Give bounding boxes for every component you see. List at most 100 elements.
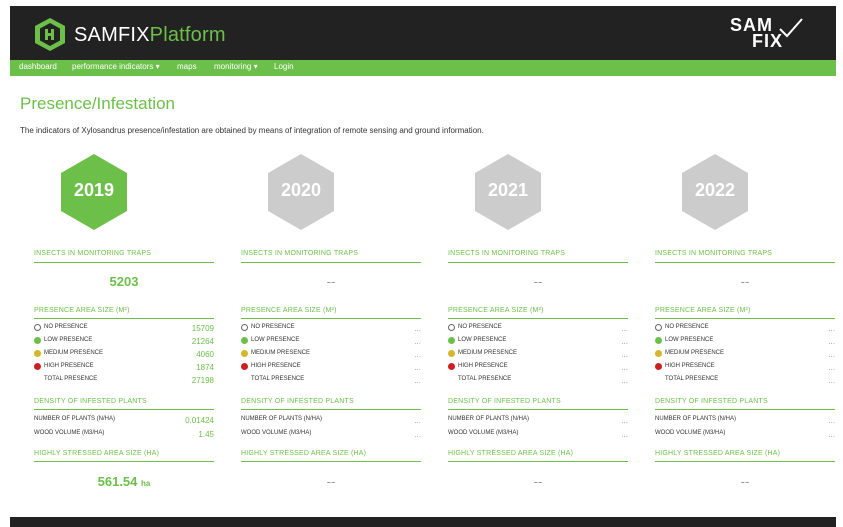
stressed-area-number: --	[326, 474, 336, 489]
high-presence-value: ...	[828, 363, 835, 372]
year-label: 2022	[694, 180, 736, 200]
year-hexagon[interactable]: 2020	[268, 154, 334, 230]
year-label: 2021	[487, 180, 529, 200]
section-divider	[34, 318, 214, 319]
section-divider	[655, 262, 835, 263]
total-presence-row: TOTAL PRESENCE 27198	[34, 376, 214, 388]
year-hexagon[interactable]: 2021	[475, 154, 541, 230]
insects-section-title: INSECTS IN MONITORING TRAPS	[241, 250, 359, 257]
insects-count: --	[533, 274, 543, 289]
total-presence-label: TOTAL PRESENCE	[44, 376, 98, 382]
low-presence-label: LOW PRESENCE	[251, 337, 300, 343]
high-presence-label: HIGH PRESENCE	[665, 363, 715, 369]
section-divider	[241, 461, 421, 462]
total-presence-label: TOTAL PRESENCE	[458, 376, 512, 382]
no-presence-row: NO PRESENCE...	[241, 324, 421, 336]
hexagon-logo-icon[interactable]	[35, 18, 65, 51]
no-presence-label: NO PRESENCE	[458, 324, 502, 330]
medium-presence-label: MEDIUM PRESENCE	[458, 350, 518, 356]
total-presence-value: 27198	[191, 376, 214, 385]
medium-presence-dot-icon	[34, 350, 41, 357]
nav-item-monitoring[interactable]: monitoring ▾	[214, 62, 258, 71]
density-section-title: DENSITY OF INFESTED PLANTS	[655, 398, 768, 405]
page-footer	[10, 517, 836, 527]
no-presence-dot-icon	[448, 324, 455, 331]
high-presence-label: HIGH PRESENCE	[44, 363, 94, 369]
wood-value: ...	[414, 430, 421, 439]
density-section-title: DENSITY OF INFESTED PLANTS	[241, 398, 354, 405]
wood-label: WOOD VOLUME (m3/ha)	[241, 430, 312, 436]
year-hexagon[interactable]: 2019	[61, 154, 127, 230]
stressed-section-title: HIGHLY STRESSED AREA SIZE (ha)	[448, 450, 574, 457]
year-hexagon[interactable]: 2022	[682, 154, 748, 230]
no-presence-dot-icon	[655, 324, 662, 331]
nav-item-maps[interactable]: maps	[177, 62, 197, 71]
total-presence-row: TOTAL PRESENCE...	[241, 376, 421, 388]
plants-label: NUMBER OF PLANTS (n/ha)	[34, 416, 116, 422]
medium-presence-label: MEDIUM PRESENCE	[44, 350, 104, 356]
low-presence-value: ...	[828, 337, 835, 346]
insects-count: --	[740, 274, 750, 289]
section-divider	[448, 262, 628, 263]
stressed-section-title: HIGHLY STRESSED AREA SIZE (ha)	[655, 450, 781, 457]
plants-value: ...	[621, 416, 628, 425]
wood-row: WOOD VOLUME (m3/ha)...	[655, 430, 835, 442]
density-section-title: DENSITY OF INFESTED PLANTS	[34, 398, 147, 405]
stressed-section-title: HIGHLY STRESSED AREA SIZE (ha)	[34, 450, 160, 457]
nav-item-performance-indicators[interactable]: performance indicators ▾	[72, 62, 160, 71]
total-presence-value: ...	[621, 376, 628, 385]
medium-presence-value: ...	[414, 350, 421, 359]
section-divider	[241, 262, 421, 263]
high-presence-dot-icon	[655, 363, 662, 370]
insects-section-title: INSECTS IN MONITORING TRAPS	[655, 250, 773, 257]
plants-value: ...	[828, 416, 835, 425]
section-divider	[34, 461, 214, 462]
nav-item-login[interactable]: Login	[274, 62, 294, 71]
high-presence-value: ...	[621, 363, 628, 372]
medium-presence-row: MEDIUM PRESENCE...	[655, 350, 835, 362]
brand-name[interactable]: SAMFIXPlatform	[74, 24, 226, 47]
samfix-partner-logo: SAM FIX	[722, 15, 812, 55]
low-presence-dot-icon	[655, 337, 662, 344]
year-column-2021: 2021 INSECTS IN MONITORING TRAPS -- PRESENC…	[448, 150, 628, 500]
low-presence-row: LOW PRESENCE...	[655, 337, 835, 349]
stressed-area-unit: ha	[141, 479, 151, 488]
high-presence-dot-icon	[241, 363, 248, 370]
total-presence-label: TOTAL PRESENCE	[665, 376, 719, 382]
medium-presence-value: 4060	[196, 350, 214, 359]
wood-value: ...	[828, 430, 835, 439]
stressed-section-title: HIGHLY STRESSED AREA SIZE (ha)	[241, 450, 367, 457]
no-presence-value: ...	[414, 324, 421, 333]
medium-presence-label: MEDIUM PRESENCE	[665, 350, 725, 356]
plants-row: NUMBER OF PLANTS (n/ha)...	[655, 416, 835, 428]
plants-label: NUMBER OF PLANTS (n/ha)	[448, 416, 530, 422]
insects-count: --	[326, 274, 336, 289]
high-presence-label: HIGH PRESENCE	[251, 363, 301, 369]
section-divider	[655, 318, 835, 319]
nav-item-dashboard[interactable]: dashboard	[19, 62, 57, 71]
no-presence-row: NO PRESENCE...	[655, 324, 835, 336]
stressed-area-number: --	[740, 474, 750, 489]
low-presence-dot-icon	[34, 337, 41, 344]
stressed-area-value: --	[448, 474, 628, 489]
section-divider	[34, 409, 214, 410]
high-presence-dot-icon	[448, 363, 455, 370]
plants-value: 0.01424	[185, 416, 214, 425]
year-label: 2020	[280, 180, 322, 200]
wood-label: WOOD VOLUME (m3/ha)	[655, 430, 726, 436]
year-label: 2019	[73, 180, 115, 200]
medium-presence-value: ...	[621, 350, 628, 359]
no-presence-value: 15709	[191, 324, 214, 333]
total-presence-row: TOTAL PRESENCE...	[655, 376, 835, 388]
presence-section-title: PRESENCE AREA SIZE (m²)	[448, 307, 544, 314]
no-presence-label: NO PRESENCE	[665, 324, 709, 330]
no-presence-row: NO PRESENCE...	[448, 324, 628, 336]
high-presence-value: ...	[414, 363, 421, 372]
check-mark-icon	[779, 18, 803, 38]
low-presence-label: LOW PRESENCE	[665, 337, 714, 343]
wood-row: WOOD VOLUME (m3/ha)...	[241, 430, 421, 442]
brand-name-accent: Platform	[149, 24, 226, 46]
low-presence-dot-icon	[448, 337, 455, 344]
high-presence-row: HIGH PRESENCE 1874	[34, 363, 214, 375]
high-presence-dot-icon	[34, 363, 41, 370]
